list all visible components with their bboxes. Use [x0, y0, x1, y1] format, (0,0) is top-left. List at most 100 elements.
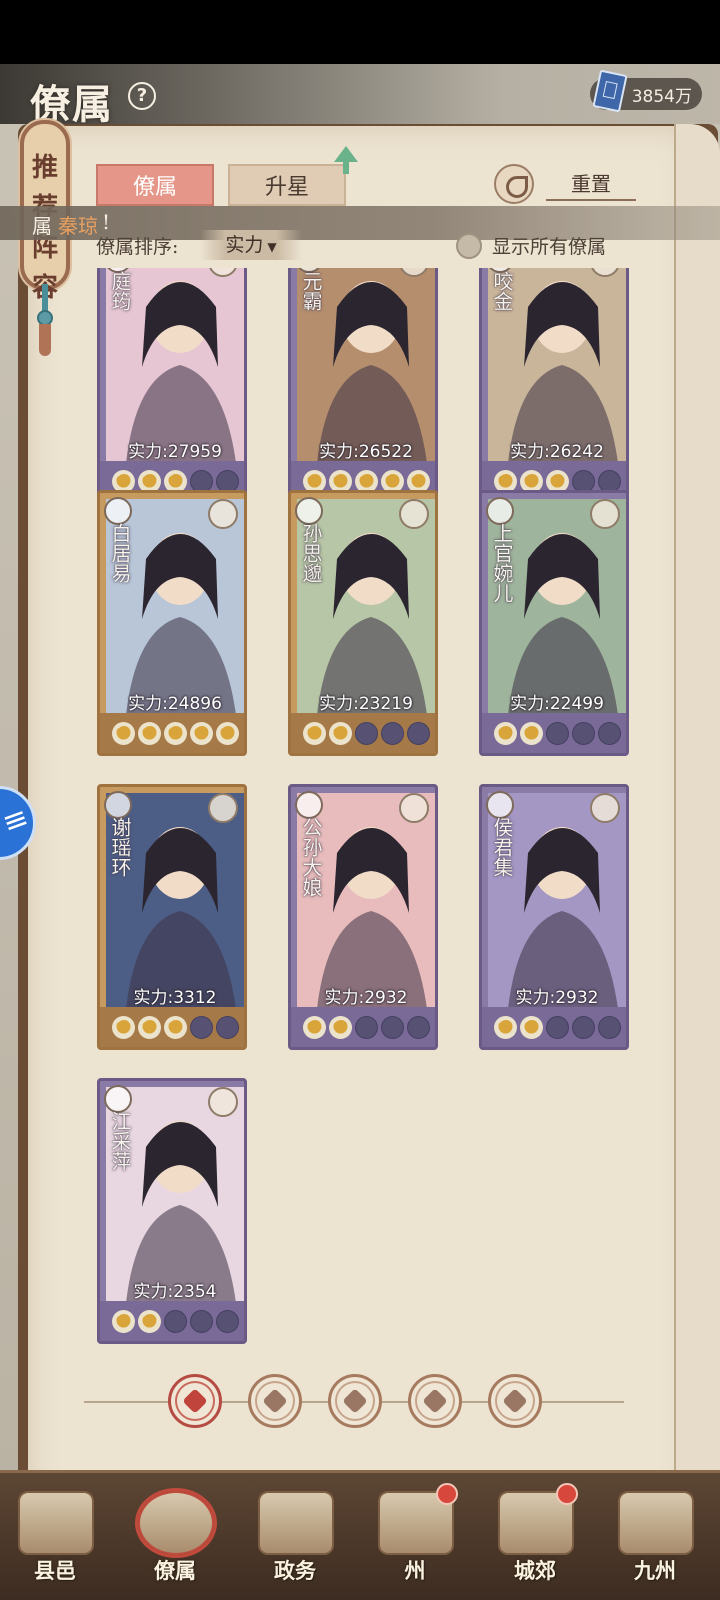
moon-star-filled-icon	[302, 721, 326, 745]
retainer-name: 白居易	[108, 523, 132, 583]
moon-star-empty-icon	[406, 721, 430, 745]
moon-star-empty-icon	[545, 721, 569, 745]
moon-star-filled-icon	[111, 1309, 135, 1333]
retainer-card[interactable]: 上官婉儿 实力:22499	[479, 490, 629, 756]
fan-filter-button[interactable]	[408, 1374, 462, 1428]
help-icon[interactable]: ?	[128, 82, 156, 110]
all-filter-button[interactable]	[168, 1374, 222, 1428]
retainer-name: 孙思邈	[299, 523, 323, 583]
moon-star-empty-icon	[597, 721, 621, 745]
notification-badge	[436, 1483, 458, 1505]
lion-filter-button[interactable]	[488, 1374, 542, 1428]
reset-label: 重置	[546, 168, 636, 201]
moon-star-empty-icon	[354, 721, 378, 745]
tassel-tail	[39, 324, 51, 356]
toast-name: 秦琼	[58, 214, 98, 238]
toast-suffix: !	[102, 210, 111, 234]
retainer-power: 实力:24896	[128, 694, 222, 714]
bottom-nav: 县邑 僚属 政务 州 城郊 九州	[0, 1470, 720, 1600]
moon-star-empty-icon	[189, 1015, 213, 1039]
county-icon	[18, 1491, 94, 1555]
category-badge-icon	[486, 497, 514, 525]
type-emblem-icon	[208, 499, 238, 529]
reset-button[interactable]: 重置	[494, 164, 636, 204]
star-rating	[100, 713, 244, 753]
retainer-card[interactable]: 咬金 实力:26242	[479, 268, 629, 504]
retainer-card[interactable]: 元霸 实力:26522	[288, 268, 438, 504]
recommended-lineup-tab[interactable]: 推荐阵容	[20, 120, 70, 303]
nav-suburbs[interactable]: 城郊	[480, 1483, 590, 1595]
tab-star-up[interactable]: 升星	[228, 164, 346, 206]
category-badge-icon	[295, 791, 323, 819]
moon-star-filled-icon	[137, 1309, 161, 1333]
tab-bar: 僚属 升星	[96, 164, 346, 206]
moon-star-empty-icon	[571, 721, 595, 745]
nav-retainers[interactable]: 僚属	[120, 1483, 230, 1595]
moon-star-empty-icon	[545, 1015, 569, 1039]
nav-county[interactable]: 县邑	[0, 1483, 110, 1595]
star-rating	[100, 1301, 244, 1341]
star-rating	[100, 1007, 244, 1047]
moon-star-empty-icon	[354, 1015, 378, 1039]
retainer-name: 谢瑶环	[108, 817, 132, 877]
retainer-card[interactable]: 江采萍 实力:2354	[97, 1078, 247, 1344]
retainer-grid: 庭筠 实力:27959 元霸 实力:26522 咬金 实力:26242 白居易实力:2489…	[97, 268, 637, 1368]
moon-star-filled-icon	[111, 1015, 135, 1039]
category-badge-icon	[104, 497, 132, 525]
notification-badge	[556, 1483, 578, 1505]
retainer-card[interactable]: 公孙大娘 实力:2932	[288, 784, 438, 1050]
filter-row	[84, 1372, 624, 1432]
currency-display[interactable]: 3854万	[589, 69, 702, 113]
sort-dropdown[interactable]: 实力 ▼	[200, 230, 302, 260]
show-all-radio[interactable]	[456, 232, 482, 259]
bell-filter-button[interactable]	[248, 1374, 302, 1428]
tiger-filter-icon	[342, 1388, 368, 1414]
moon-star-empty-icon	[380, 721, 404, 745]
moon-star-empty-icon	[571, 1015, 595, 1039]
retainer-power: 实力:26242	[510, 442, 604, 462]
tiger-filter-button[interactable]	[328, 1374, 382, 1428]
moon-star-filled-icon	[519, 1015, 543, 1039]
retainer-card[interactable]: 庭筠 实力:27959	[97, 268, 247, 504]
nav-nine-provinces[interactable]: 九州	[600, 1483, 710, 1595]
moon-star-filled-icon	[215, 721, 239, 745]
currency-amount: 3854万	[631, 86, 692, 107]
moon-star-empty-icon	[215, 1015, 239, 1039]
nav-label: 县邑	[34, 1558, 76, 1583]
retainer-name: 侯君集	[490, 817, 514, 877]
retainer-card[interactable]: 白居易实力:24896	[97, 490, 247, 756]
nav-label: 僚属	[154, 1558, 196, 1583]
nav-prefecture[interactable]: 州	[360, 1483, 470, 1595]
retainer-power: 实力:2932	[324, 988, 408, 1008]
moon-star-filled-icon	[137, 1015, 161, 1039]
star-rating	[482, 1007, 626, 1047]
nav-label: 政务	[274, 1558, 316, 1583]
nav-label: 城郊	[514, 1558, 556, 1583]
status-bar	[0, 0, 720, 64]
upgrade-arrow-stem	[343, 160, 349, 174]
moon-star-empty-icon	[380, 1015, 404, 1039]
page-edge	[674, 124, 720, 1524]
moon-star-empty-icon	[215, 1309, 239, 1333]
retainer-power: 实力:2932	[515, 988, 599, 1008]
nav-affairs[interactable]: 政务	[240, 1483, 350, 1595]
type-emblem-icon	[208, 1087, 238, 1117]
moon-star-filled-icon	[493, 721, 517, 745]
category-badge-icon	[104, 791, 132, 819]
star-rating	[291, 713, 435, 753]
retainer-card[interactable]: 孙思邈 实力:23219	[288, 490, 438, 756]
retainer-power: 实力:26522	[319, 442, 413, 462]
moon-star-filled-icon	[163, 721, 187, 745]
show-all-toggle[interactable]: 显示所有僚属	[456, 232, 606, 259]
moon-star-filled-icon	[163, 1015, 187, 1039]
moon-star-filled-icon	[137, 721, 161, 745]
tab-retainers[interactable]: 僚属	[96, 164, 214, 206]
fan-filter-icon	[422, 1388, 448, 1414]
type-emblem-icon	[399, 793, 429, 823]
star-rating	[482, 713, 626, 753]
retainers-icon	[138, 1491, 214, 1555]
retainer-card[interactable]: 谢瑶环 实力:3312	[97, 784, 247, 1050]
type-emblem-icon	[208, 793, 238, 823]
retainer-card[interactable]: 侯君集实力:2932	[479, 784, 629, 1050]
retainer-power: 实力:2354	[133, 1282, 217, 1302]
